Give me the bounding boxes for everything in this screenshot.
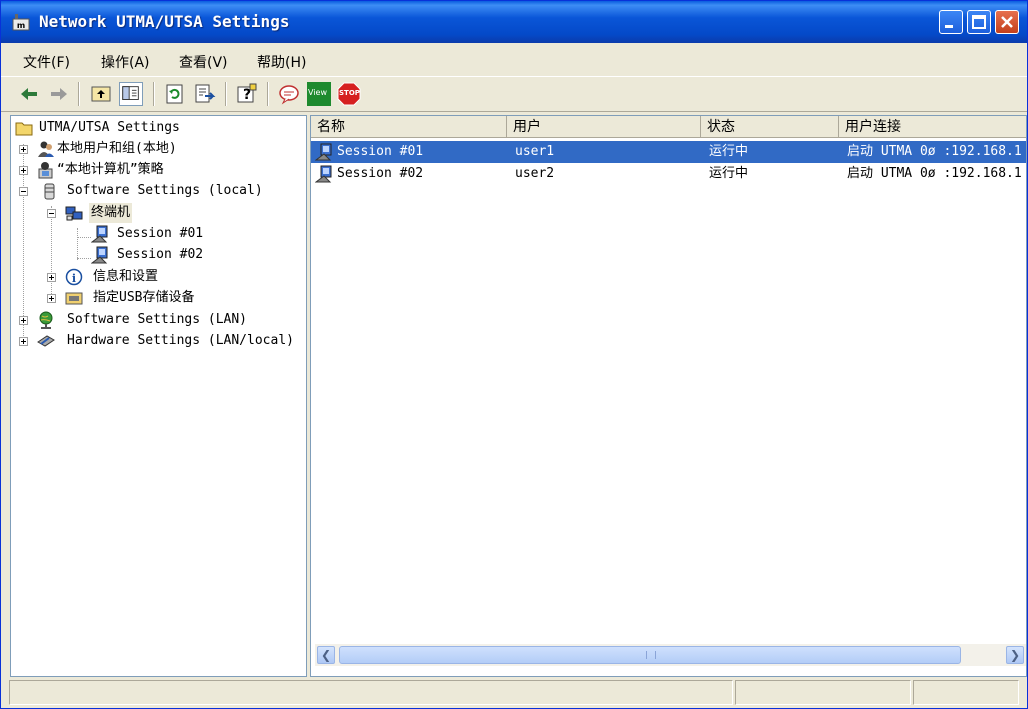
export-list-icon[interactable]	[193, 82, 217, 106]
folder-icon	[15, 122, 33, 136]
view-button[interactable]: View	[307, 82, 331, 106]
svg-text:m: m	[17, 21, 25, 30]
svg-text:i: i	[72, 272, 76, 285]
expand-toggle[interactable]	[47, 273, 56, 282]
usb-storage-icon	[65, 292, 83, 305]
app-icon: m	[12, 14, 30, 31]
stop-button[interactable]: STOP	[337, 82, 361, 106]
tree-item-label: 信息和设置	[93, 269, 159, 284]
collapse-toggle[interactable]	[19, 187, 28, 196]
tree-guide-line	[77, 258, 91, 259]
policy-icon	[38, 162, 53, 179]
tree-item-label: Session #01	[117, 226, 204, 241]
menu-action[interactable]: 操作(A)	[101, 52, 150, 72]
expand-toggle[interactable]	[19, 337, 28, 346]
menu-view[interactable]: 查看(V)	[179, 52, 228, 72]
tree-guide-line	[77, 237, 91, 238]
table-row[interactable]: Session #01 user1 运行中 启动 UTMA 0ø :192.16…	[311, 141, 1026, 163]
session-icon	[315, 143, 332, 161]
column-header-connection[interactable]: 用户连接	[839, 116, 1026, 138]
terminal-icon	[65, 206, 83, 221]
tree-item-label: Software Settings (local)	[67, 183, 263, 198]
database-icon	[44, 183, 55, 200]
cell-user: user1	[515, 144, 555, 159]
show-hide-tree-icon	[122, 86, 139, 100]
column-header-status[interactable]: 状态	[701, 116, 839, 138]
tree-guide-line	[77, 228, 78, 260]
info-icon: i	[65, 268, 83, 286]
maximize-icon	[972, 15, 986, 29]
cell-name: Session #02	[337, 166, 424, 181]
cell-status: 运行中	[709, 166, 749, 181]
cell-user: user2	[515, 166, 555, 181]
list-pane[interactable]: 名称 用户 状态 用户连接 Session #01 user1 运行中 启动 U…	[310, 115, 1027, 677]
status-pane-3	[913, 680, 1019, 705]
cell-status: 运行中	[709, 144, 749, 159]
forward-arrow-icon[interactable]	[47, 82, 71, 106]
chevron-right-icon: ❯	[1009, 648, 1021, 662]
expand-toggle[interactable]	[19, 316, 28, 325]
stop-label: STOP	[339, 89, 360, 97]
expand-toggle[interactable]	[19, 166, 28, 175]
toolbar-separator	[153, 82, 155, 106]
back-arrow-icon[interactable]	[17, 82, 41, 106]
tree-pane[interactable]: UTMA/UTSA Settings 本地用户和组(本地) “本地计算机”策略 …	[10, 115, 307, 677]
globe-icon	[39, 311, 53, 329]
close-button[interactable]	[995, 10, 1019, 34]
refresh-icon[interactable]	[163, 82, 187, 106]
toolbar-separator	[267, 82, 269, 106]
tree-item-label: Session #02	[117, 247, 204, 262]
tree-item-label: 终端机	[89, 203, 133, 223]
tree-guide-line	[51, 206, 52, 302]
scroll-right-button[interactable]: ❯	[1006, 646, 1024, 664]
users-icon	[38, 141, 54, 157]
toolbar-separator	[78, 82, 80, 106]
title-bar[interactable]: m Network UTMA/UTSA Settings	[1, 1, 1027, 43]
show-hide-tree-button[interactable]	[119, 82, 143, 106]
minimize-icon	[945, 25, 953, 28]
status-bar	[9, 680, 1019, 705]
cell-connection: 启动 UTMA 0ø :192.168.1	[847, 144, 1022, 159]
message-icon[interactable]	[277, 82, 301, 106]
expand-toggle[interactable]	[47, 294, 56, 303]
status-pane-2	[735, 680, 911, 705]
chevron-left-icon: ❮	[320, 648, 332, 662]
view-icon: View	[308, 88, 327, 97]
hardware-icon	[37, 335, 55, 347]
horizontal-scrollbar[interactable]: ❮ ❯	[315, 644, 1026, 666]
tree-item-label: 指定USB存储设备	[93, 290, 195, 305]
expand-toggle[interactable]	[19, 145, 28, 154]
scroll-thumb[interactable]	[339, 646, 961, 664]
minimize-button[interactable]	[939, 10, 963, 34]
toolbar: ? View STOP	[1, 76, 1027, 112]
collapse-toggle[interactable]	[47, 209, 56, 218]
maximize-button[interactable]	[967, 10, 991, 34]
session-icon	[315, 165, 332, 183]
app-window: m Network UTMA/UTSA Settings 文件(F) 操作(A)…	[0, 0, 1028, 709]
tree-item-label: 本地用户和组(本地)	[57, 141, 177, 156]
window-title: Network UTMA/UTSA Settings	[39, 12, 290, 31]
tree-item-label: UTMA/UTSA Settings	[39, 120, 180, 135]
session-icon	[91, 246, 108, 264]
help-icon[interactable]: ?	[235, 82, 259, 106]
tree-item-label: “本地计算机”策略	[57, 162, 164, 177]
column-header-name[interactable]: 名称	[311, 116, 507, 138]
scroll-left-button[interactable]: ❮	[317, 646, 335, 664]
toolbar-separator	[225, 82, 227, 106]
up-folder-icon[interactable]	[89, 82, 113, 106]
menu-bar: 文件(F) 操作(A) 查看(V) 帮助(H)	[1, 43, 1027, 76]
status-pane-main	[9, 680, 733, 705]
close-icon	[1001, 16, 1013, 28]
menu-file[interactable]: 文件(F)	[23, 52, 70, 72]
cell-name: Session #01	[337, 144, 424, 159]
session-icon	[91, 225, 108, 243]
tree-item-label: Software Settings (LAN)	[67, 312, 248, 327]
cell-connection: 启动 UTMA 0ø :192.168.1	[847, 166, 1022, 181]
menu-help[interactable]: 帮助(H)	[257, 52, 306, 72]
grip-icon	[646, 651, 656, 659]
tree-item-label: Hardware Settings (LAN/local)	[67, 333, 294, 348]
table-row[interactable]: Session #02 user2 运行中 启动 UTMA 0ø :192.16…	[311, 163, 1026, 185]
column-header-user[interactable]: 用户	[507, 116, 701, 138]
